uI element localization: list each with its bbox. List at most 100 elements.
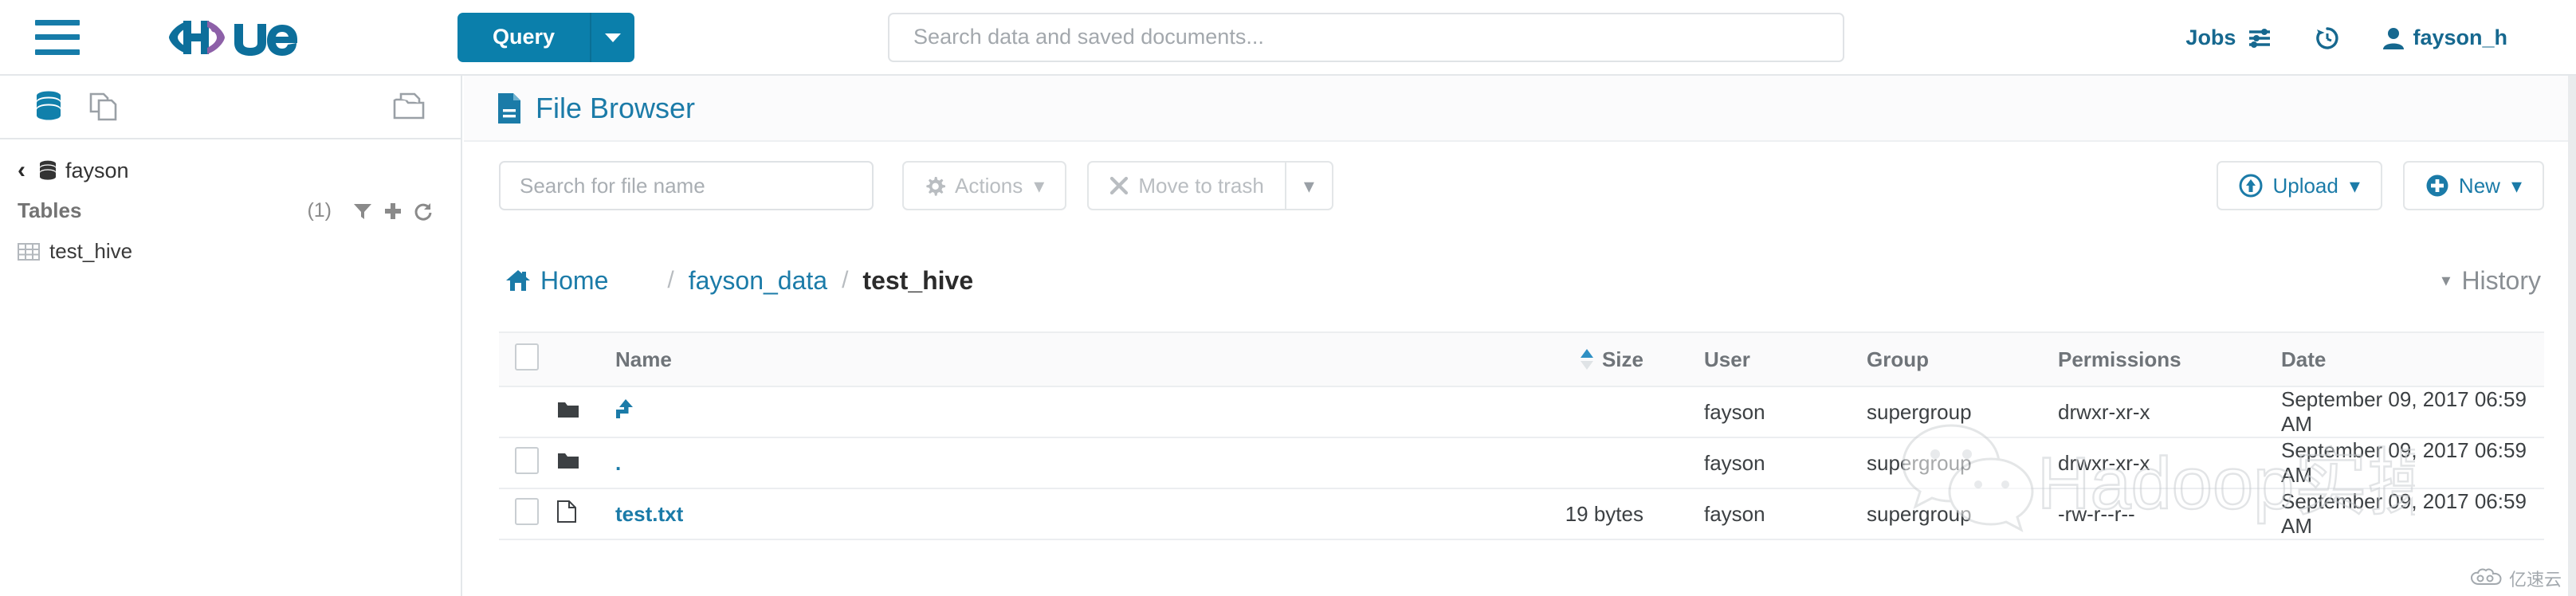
sidebar-tab-database[interactable]: [32, 89, 65, 124]
row-name-cell[interactable]: test.txt: [615, 488, 1476, 540]
global-search-input[interactable]: [888, 12, 1845, 62]
caret-down-glyph: ▾: [1303, 173, 1314, 198]
hue-logo-icon: [169, 20, 297, 56]
history-button[interactable]: [2293, 25, 2362, 52]
table-row[interactable]: fayson supergroup drwxr-xr-x September 0…: [499, 386, 2544, 438]
upload-button[interactable]: Upload ▾: [2217, 161, 2382, 210]
file-search-input[interactable]: [499, 161, 874, 210]
caret-down-icon: ▾: [2349, 173, 2360, 198]
sidebar-back-chevron-icon[interactable]: ‹: [18, 157, 26, 184]
folder-icon: [556, 401, 580, 425]
move-to-trash-label: Move to trash: [1138, 173, 1264, 198]
user-menu-button[interactable]: fayson_h: [2362, 25, 2528, 50]
corner-logo-text: 亿速云: [2508, 570, 2562, 590]
parent-directory-link[interactable]: [615, 398, 636, 425]
current-directory-link[interactable]: .: [615, 451, 621, 475]
column-header-permissions[interactable]: Permissions: [2058, 331, 2281, 387]
row-group-cell: supergroup: [1867, 386, 2058, 438]
file-table-container: Name Size User Group Permissions Date fa…: [464, 331, 2576, 540]
column-header-name[interactable]: Name: [615, 331, 1476, 387]
row-permissions-cell[interactable]: -rw-r--r--: [2058, 488, 2281, 540]
move-to-trash-button[interactable]: Move to trash: [1087, 161, 1286, 210]
hue-logo[interactable]: [161, 15, 320, 60]
new-label: New: [2458, 173, 2500, 198]
breadcrumb-home-label: Home: [540, 265, 609, 295]
row-type-icon-cell: [556, 488, 615, 540]
database-icon: [37, 159, 59, 182]
row-type-icon-cell: [556, 437, 615, 489]
column-header-date-label: Date: [2281, 347, 2327, 371]
select-all-checkbox[interactable]: [515, 343, 539, 371]
row-select-cell: [499, 386, 556, 438]
row-name-cell[interactable]: [615, 386, 1476, 438]
row-permissions-cell[interactable]: drwxr-xr-x: [2058, 437, 2281, 489]
home-icon: [505, 269, 531, 292]
sidebar-tab-documents[interactable]: [86, 89, 121, 124]
row-date-cell: September 09, 2017 06:59 AM: [2281, 437, 2544, 489]
sidebar-database-name: fayson: [65, 158, 129, 182]
move-to-trash-group: Move to trash ▾: [1087, 161, 1333, 210]
breadcrumb-separator: /: [842, 267, 849, 293]
column-header-date[interactable]: Date: [2281, 331, 2544, 387]
cloud-icon: [2470, 568, 2502, 585]
caret-down-icon: ▾: [2511, 173, 2522, 198]
refresh-icon[interactable]: [413, 201, 434, 222]
sidebar-table-item[interactable]: test_hive: [0, 231, 461, 272]
column-header-size[interactable]: Size: [1476, 331, 1675, 387]
row-checkbox[interactable]: [515, 497, 539, 525]
row-date-cell: September 09, 2017 06:59 AM: [2281, 386, 2544, 438]
row-checkbox[interactable]: [515, 446, 539, 474]
hamburger-menu-icon[interactable]: [35, 19, 80, 55]
column-header-permissions-label: Permissions: [2058, 347, 2181, 371]
actions-button[interactable]: Actions ▾: [902, 161, 1067, 210]
new-button[interactable]: New ▾: [2402, 161, 2544, 210]
query-button-group[interactable]: Query: [457, 12, 635, 62]
history-label: History: [2461, 265, 2541, 295]
plus-circle-icon: [2425, 174, 2449, 198]
sliders-icon: [2247, 26, 2272, 50]
database-icon: [37, 91, 61, 120]
row-user-cell: fayson: [1675, 488, 1867, 540]
history-clock-icon: [2314, 25, 2341, 52]
filter-icon[interactable]: [352, 201, 373, 222]
top-navbar: Query Jobs: [0, 0, 2576, 76]
row-group-cell: supergroup: [1867, 437, 2058, 489]
column-header-name-label: Name: [615, 347, 672, 371]
sidebar-browse-folder-button[interactable]: [391, 89, 429, 124]
row-select-cell[interactable]: [499, 437, 556, 489]
row-user-cell: fayson: [1675, 437, 1867, 489]
row-name-cell[interactable]: .: [615, 437, 1476, 489]
jobs-label: Jobs: [2185, 25, 2236, 49]
breadcrumb-item-fayson_data[interactable]: fayson_data: [689, 266, 827, 296]
file-name-link[interactable]: test.txt: [615, 502, 683, 526]
jobs-button[interactable]: Jobs: [2165, 25, 2293, 50]
column-header-size-label: Size: [1601, 347, 1643, 371]
user-icon: [2382, 26, 2405, 50]
folder-icon: [556, 452, 580, 476]
page-title-label: File Browser: [536, 91, 696, 124]
sidebar-breadcrumb[interactable]: ‹ fayson: [0, 139, 461, 190]
history-toggle-button[interactable]: ▾ History: [2441, 266, 2541, 296]
breadcrumb-home[interactable]: Home: [505, 266, 608, 296]
file-document-icon: [496, 92, 523, 125]
row-permissions-cell[interactable]: drwxr-xr-x: [2058, 386, 2281, 438]
breadcrumb-item-label: fayson_data: [688, 265, 828, 295]
row-select-cell[interactable]: [499, 488, 556, 540]
breadcrumb-item-label: test_hive: [862, 265, 974, 295]
query-dropdown-caret-icon[interactable]: [590, 12, 635, 62]
column-header-user[interactable]: User: [1675, 331, 1867, 387]
table-row[interactable]: test.txt 19 bytes fayson supergroup -rw-…: [499, 488, 2544, 540]
query-button[interactable]: Query: [457, 12, 591, 62]
vertical-scrollbar[interactable]: [2568, 76, 2576, 596]
select-all-header[interactable]: [499, 331, 556, 387]
row-size-cell: 19 bytes: [1476, 488, 1675, 540]
table-row[interactable]: . fayson supergroup drwxr-xr-x September…: [499, 437, 2544, 489]
sidebar-table-label: test_hive: [49, 239, 133, 263]
upload-label: Upload: [2272, 173, 2338, 198]
main-content: File Browser Actions ▾: [464, 76, 2576, 596]
move-to-trash-dropdown-caret-icon[interactable]: ▾: [1286, 161, 1333, 210]
caret-down-icon: ▾: [2441, 270, 2451, 290]
column-header-group[interactable]: Group: [1867, 331, 2058, 387]
file-table-head: Name Size User Group Permissions Date: [499, 331, 2544, 387]
plus-icon[interactable]: [383, 201, 403, 222]
